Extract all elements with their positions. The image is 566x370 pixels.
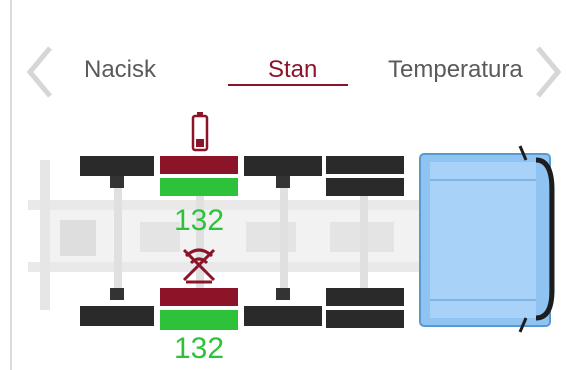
tire-bottom-axle3[interactable] <box>244 306 322 326</box>
tire-bottom-axle4[interactable] <box>326 288 404 328</box>
tire-bottom-axle2-pressure-bar <box>160 310 238 330</box>
battery-low-icon <box>191 112 209 152</box>
tire-top-axle2-status[interactable] <box>160 156 238 174</box>
tire-top-pressure-value: 132 <box>173 204 225 237</box>
tire-bottom-axle1[interactable] <box>80 306 154 326</box>
vehicle-diagram <box>28 112 555 333</box>
tire-top-axle4[interactable] <box>326 156 404 196</box>
tire-bottom-pressure-value: 132 <box>173 332 225 365</box>
tire-top-axle3[interactable] <box>244 156 322 176</box>
truck-cab <box>419 145 555 333</box>
tire-bottom-axle2-status[interactable] <box>160 288 238 306</box>
tire-top-axle1[interactable] <box>80 156 154 176</box>
tire-top-axle2-pressure-bar <box>160 178 238 196</box>
